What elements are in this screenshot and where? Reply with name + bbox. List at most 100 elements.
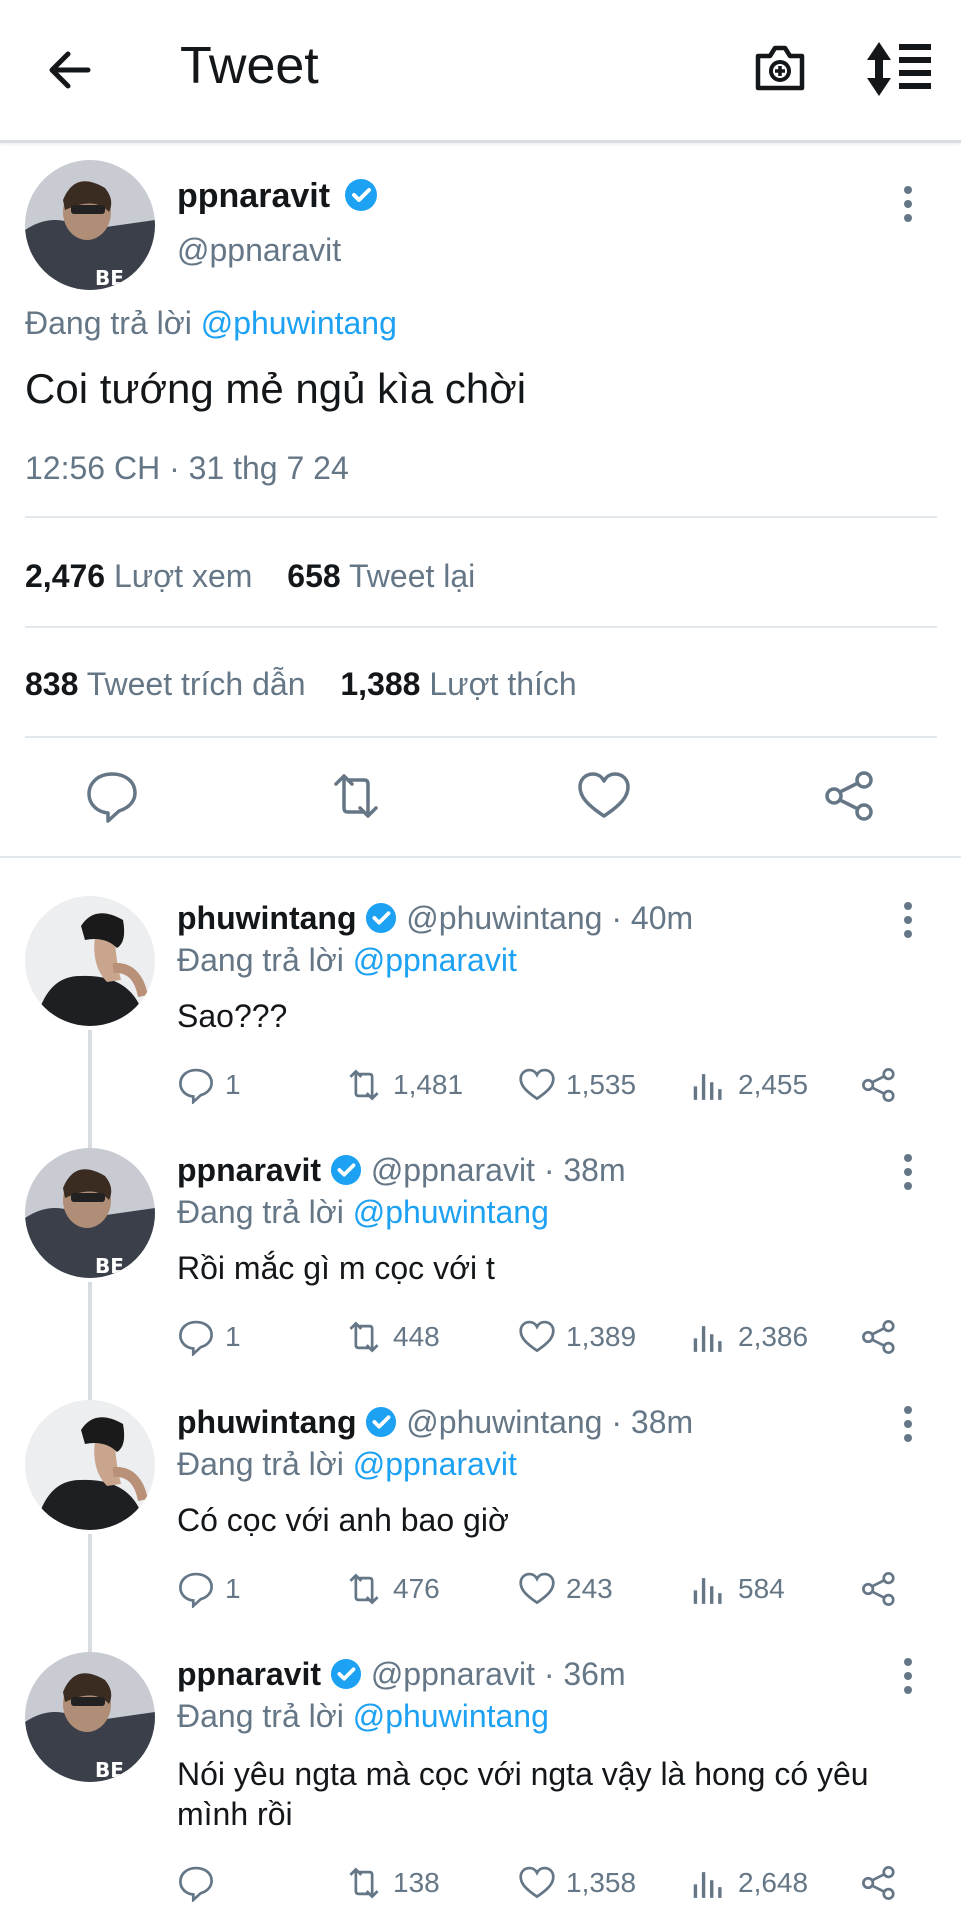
share-icon[interactable] (860, 1318, 898, 1356)
reply-to-link[interactable]: @phuwintang (353, 1698, 549, 1734)
views-action[interactable]: 2,648 (690, 1864, 808, 1902)
reply-to-link[interactable]: @ppnaravit (353, 1446, 517, 1482)
more-options-icon[interactable] (898, 1656, 918, 1696)
section-divider (0, 856, 961, 858)
avatar[interactable] (25, 1400, 155, 1530)
author-handle[interactable]: @ppnaravit · 38m (371, 1152, 626, 1188)
views-action[interactable]: 2,386 (690, 1318, 808, 1356)
reply-icon (179, 1068, 213, 1104)
reply-action[interactable]: 1 (177, 1066, 241, 1104)
like-icon[interactable] (576, 768, 632, 824)
reply-time: · 38m (543, 1152, 626, 1188)
view-count: 2,648 (738, 1867, 809, 1898)
reply-text: Có cọc với anh bao giờ (177, 1502, 509, 1538)
avatar[interactable]: BE (25, 160, 155, 290)
retweet-action[interactable]: 138 (345, 1864, 440, 1902)
handle-text[interactable]: @phuwintang (406, 1404, 602, 1440)
like-action[interactable]: 1,389 (518, 1318, 636, 1356)
author-handle[interactable]: @phuwintang · 40m (406, 900, 693, 936)
sort-icon[interactable] (865, 38, 935, 100)
author-name[interactable]: ppnaravit (177, 177, 378, 216)
retweet-count: 1,481 (393, 1069, 464, 1100)
handle-text[interactable]: @ppnaravit (371, 1656, 535, 1692)
reply-text: Rồi mắc gì m cọc với t (177, 1250, 495, 1286)
retweet-action[interactable]: 448 (345, 1318, 440, 1356)
reply-time: · 40m (611, 900, 694, 936)
author-name[interactable]: phuwintang @phuwintang · 40m (177, 900, 693, 937)
like-count: 243 (566, 1573, 613, 1604)
views-action[interactable]: 584 (690, 1570, 785, 1608)
reply-text: Sao??? (177, 998, 288, 1034)
author-name-text[interactable]: ppnaravit (177, 177, 330, 215)
verified-badge-icon (330, 1658, 361, 1689)
author-name[interactable]: ppnaravit @ppnaravit · 36m (177, 1656, 626, 1693)
share-icon[interactable] (822, 768, 878, 824)
more-options-icon[interactable] (898, 900, 918, 940)
analytics-icon (693, 1578, 722, 1604)
reply-prefix: Đang trả lời (25, 305, 192, 341)
author-name-text[interactable]: ppnaravit (177, 1152, 321, 1188)
reply-count: 1 (225, 1069, 241, 1100)
views-stat[interactable]: 2,476 Lượt xem (25, 558, 252, 594)
like-action[interactable]: 1,358 (518, 1864, 636, 1902)
reply-to-link[interactable]: @ppnaravit (353, 942, 517, 978)
reply-action[interactable]: 1 (177, 1570, 241, 1608)
view-count: 2,455 (738, 1069, 809, 1100)
views-action[interactable]: 2,455 (690, 1066, 808, 1104)
reply-icon[interactable] (84, 768, 140, 824)
camera-plus-icon[interactable] (750, 38, 810, 98)
reply-icon (179, 1572, 213, 1608)
retweet-count: 448 (393, 1321, 440, 1352)
back-arrow-icon[interactable] (40, 40, 100, 100)
share-icon[interactable] (860, 1864, 898, 1902)
author-handle[interactable]: @ppnaravit · 36m (371, 1656, 626, 1692)
more-options-icon[interactable] (898, 1152, 918, 1192)
retweet-icon[interactable] (328, 768, 384, 824)
retweet-action[interactable]: 476 (345, 1570, 440, 1608)
author-handle[interactable]: @ppnaravit (177, 232, 341, 269)
avatar[interactable] (25, 896, 155, 1026)
retweets-stat[interactable]: 658 Tweet lại (287, 558, 475, 594)
reply-time: · 36m (543, 1656, 626, 1692)
likes-stat[interactable]: 1,388 Lượt thích (340, 666, 576, 702)
author-handle[interactable]: @phuwintang · 38m (406, 1404, 693, 1440)
verified-badge-icon (366, 902, 397, 933)
more-options-icon[interactable] (898, 1404, 918, 1444)
share-icon[interactable] (860, 1066, 898, 1104)
handle-text[interactable]: @ppnaravit (371, 1152, 535, 1188)
like-action[interactable]: 243 (518, 1570, 613, 1608)
reply-action[interactable] (177, 1864, 215, 1902)
stats-row-1: 2,476 Lượt xem 658 Tweet lại (25, 558, 475, 595)
retweet-icon (349, 1573, 379, 1605)
view-count: 584 (738, 1573, 785, 1604)
tweet-text: Coi tướng mẻ ngủ kìa chời (25, 365, 527, 412)
reply-count: 1 (225, 1573, 241, 1604)
author-name-text[interactable]: phuwintang (177, 1404, 357, 1440)
author-name-text[interactable]: phuwintang (177, 900, 357, 936)
reply-to-link[interactable]: @phuwintang (201, 305, 397, 341)
reply-text-line: mình rồi (177, 1796, 293, 1832)
share-icon[interactable] (860, 1570, 898, 1608)
retweet-icon (349, 1867, 379, 1899)
page-title: Tweet (180, 37, 319, 95)
more-options-icon[interactable] (898, 184, 918, 224)
reply-action[interactable]: 1 (177, 1318, 241, 1356)
avatar[interactable]: BE (25, 1652, 155, 1782)
retweet-action[interactable]: 1,481 (345, 1066, 463, 1104)
like-count: 1,389 (566, 1321, 637, 1352)
quotes-stat[interactable]: 838 Tweet trích dẫn (25, 666, 305, 702)
handle-text[interactable]: @phuwintang (406, 900, 602, 936)
reply-context: Đang trả lời @phuwintang (25, 305, 397, 342)
author-name[interactable]: ppnaravit @ppnaravit · 38m (177, 1152, 626, 1189)
retweets-count: 658 (287, 558, 341, 594)
divider (25, 516, 937, 518)
like-action[interactable]: 1,535 (518, 1066, 636, 1104)
retweet-count: 138 (393, 1867, 440, 1898)
likes-label: Lượt thích (429, 666, 577, 702)
author-name-text[interactable]: ppnaravit (177, 1656, 321, 1692)
thread-line (88, 1030, 92, 1160)
reply-to-link[interactable]: @phuwintang (353, 1194, 549, 1230)
author-name[interactable]: phuwintang @phuwintang · 38m (177, 1404, 693, 1441)
avatar[interactable]: BE (25, 1148, 155, 1278)
reply-count: 1 (225, 1321, 241, 1352)
